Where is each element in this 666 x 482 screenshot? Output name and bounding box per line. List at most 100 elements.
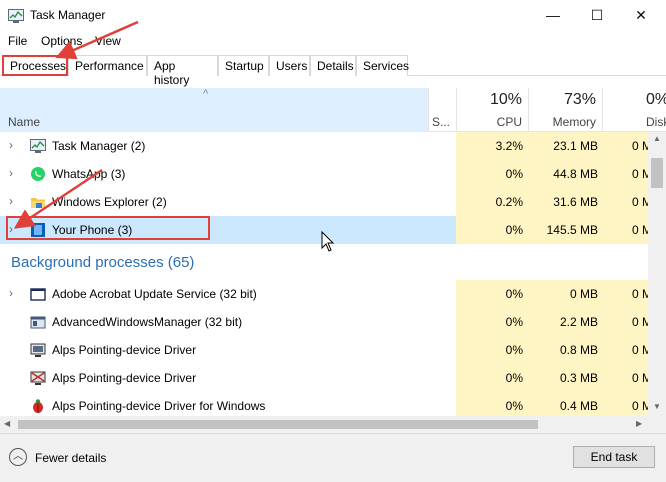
name-column-header[interactable] [0, 88, 428, 132]
table-row[interactable]: AdvancedWindowsManager (32 bit) 0% 2.2 M… [0, 308, 648, 336]
process-cpu: 0% [505, 371, 523, 385]
tab-details[interactable]: Details [310, 55, 356, 76]
table-row[interactable]: Alps Pointing-device Driver 0% 0.3 MB 0 … [0, 364, 648, 392]
scrollbar-corner [648, 416, 666, 433]
process-cpu: 0% [505, 223, 523, 237]
chevron-right-icon[interactable]: › [9, 138, 13, 152]
monitor-icon [30, 343, 46, 357]
horizontal-scrollbar[interactable]: ◀ ▶ [0, 416, 648, 433]
monitor-cross-icon [30, 371, 46, 385]
table-row[interactable]: Alps Pointing-device Driver for Windows … [0, 392, 648, 416]
menu-options[interactable]: Options [41, 34, 82, 48]
task-manager-icon [30, 139, 46, 153]
horizontal-scroll-thumb[interactable] [18, 420, 538, 429]
process-cpu: 0% [505, 315, 523, 329]
window-title: Task Manager [30, 8, 106, 22]
process-cpu: 3.2% [495, 139, 523, 153]
footer-bar: ︿ Fewer details End task [0, 433, 666, 482]
sort-up-icon: ^ [203, 88, 209, 100]
process-cpu: 0% [505, 399, 523, 413]
group-header[interactable]: Background processes (65) [0, 244, 648, 280]
scroll-right-icon[interactable]: ▶ [636, 419, 642, 428]
column-separator[interactable] [602, 88, 603, 132]
process-name: Alps Pointing-device Driver for Windows [52, 399, 266, 413]
process-disk: 0 M [632, 223, 648, 237]
column-separator[interactable] [456, 88, 457, 132]
scroll-left-icon[interactable]: ◀ [4, 419, 10, 428]
minimize-button[interactable]: — [530, 0, 576, 30]
process-memory: 0.3 MB [559, 371, 598, 385]
disk-total: 0% [646, 91, 666, 108]
tab-startup[interactable]: Startup [218, 55, 269, 76]
process-memory: 31.6 MB [553, 195, 598, 209]
process-memory: 44.8 MB [553, 167, 598, 181]
process-cpu: 0.2% [495, 195, 523, 209]
process-disk: 0 M [632, 315, 648, 329]
process-disk: 0 M [632, 371, 648, 385]
table-row[interactable]: › WhatsApp (3) 0% 44.8 MB 0 M [0, 160, 648, 188]
memory-total: 73% [563, 91, 596, 108]
process-disk: 0 M [632, 139, 648, 153]
vertical-scroll-thumb[interactable] [651, 158, 663, 188]
chevron-up-circle-icon[interactable]: ︿ [9, 448, 27, 466]
tab-users[interactable]: Users [269, 55, 310, 76]
tab-processes[interactable]: Processes [2, 55, 68, 76]
minimize-icon: — [546, 7, 560, 23]
end-task-button[interactable]: End task [573, 446, 655, 468]
process-memory: 23.1 MB [553, 139, 598, 153]
title-bar: Task Manager — ☐ ✕ [0, 0, 666, 32]
process-cpu: 0% [505, 343, 523, 357]
chevron-right-icon[interactable]: › [9, 166, 13, 180]
column-separator[interactable] [528, 88, 529, 132]
app-window-icon [30, 316, 46, 329]
tab-performance[interactable]: Performance [68, 55, 147, 76]
process-disk: 0 M [632, 343, 648, 357]
menu-view[interactable]: View [95, 34, 121, 48]
close-button[interactable]: ✕ [618, 0, 664, 30]
maximize-button[interactable]: ☐ [574, 0, 620, 30]
process-memory: 0 MB [569, 287, 598, 301]
tab-services[interactable]: Services [356, 55, 409, 76]
whatsapp-icon [31, 167, 45, 181]
menu-file[interactable]: File [8, 34, 27, 48]
process-memory: 0.8 MB [559, 343, 598, 357]
tab-bar: Processes Performance App history Startu… [0, 54, 666, 87]
process-name: Windows Explorer (2) [52, 195, 167, 209]
memory-column-label[interactable]: Memory [540, 115, 596, 129]
process-name: WhatsApp (3) [52, 167, 126, 181]
chevron-right-icon[interactable]: › [9, 286, 13, 300]
task-manager-app-icon [8, 9, 24, 23]
process-cpu: 0% [505, 167, 523, 181]
process-list: › Task Manager (2) 3.2% 23.1 MB 0 M › Wh… [0, 132, 648, 416]
background-processes-title: Background processes (65) [11, 254, 195, 271]
cpu-column-label[interactable]: CPU [470, 115, 522, 129]
close-icon: ✕ [635, 6, 647, 23]
table-row[interactable]: › Windows Explorer (2) 0.2% 31.6 MB 0 M [0, 188, 648, 216]
table-row[interactable]: Alps Pointing-device Driver 0% 0.8 MB 0 … [0, 336, 648, 364]
cpu-total: 10% [489, 91, 522, 108]
folder-icon [31, 198, 45, 208]
process-memory: 2.2 MB [559, 315, 598, 329]
process-memory: 0.4 MB [559, 399, 598, 413]
process-name: Alps Pointing-device Driver [52, 343, 197, 357]
table-row[interactable]: › Adobe Acrobat Update Service (32 bit) … [0, 280, 648, 308]
process-disk: 0 M [632, 287, 648, 301]
disk-column-label[interactable]: Disk [646, 115, 666, 129]
maximize-icon: ☐ [590, 6, 604, 23]
process-name: Alps Pointing-device Driver [52, 371, 197, 385]
scroll-down-icon[interactable]: ▼ [653, 402, 661, 411]
process-name: Task Manager (2) [52, 139, 146, 153]
column-separator[interactable] [428, 88, 429, 132]
menu-bar: File Options View [0, 32, 666, 52]
bug-icon [33, 399, 43, 413]
process-disk: 0 M [632, 195, 648, 209]
scroll-up-icon[interactable]: ▲ [653, 134, 661, 143]
process-disk: 0 M [632, 167, 648, 181]
tab-app-history[interactable]: App history [147, 55, 218, 87]
name-column-label: Name [8, 115, 41, 129]
vertical-scrollbar[interactable]: ▲ ▼ [648, 132, 666, 416]
chevron-right-icon[interactable]: › [9, 194, 13, 208]
status-column-label[interactable]: S... [432, 115, 450, 129]
table-row[interactable]: › Task Manager (2) 3.2% 23.1 MB 0 M [0, 132, 648, 160]
fewer-details-link[interactable]: Fewer details [35, 451, 106, 465]
